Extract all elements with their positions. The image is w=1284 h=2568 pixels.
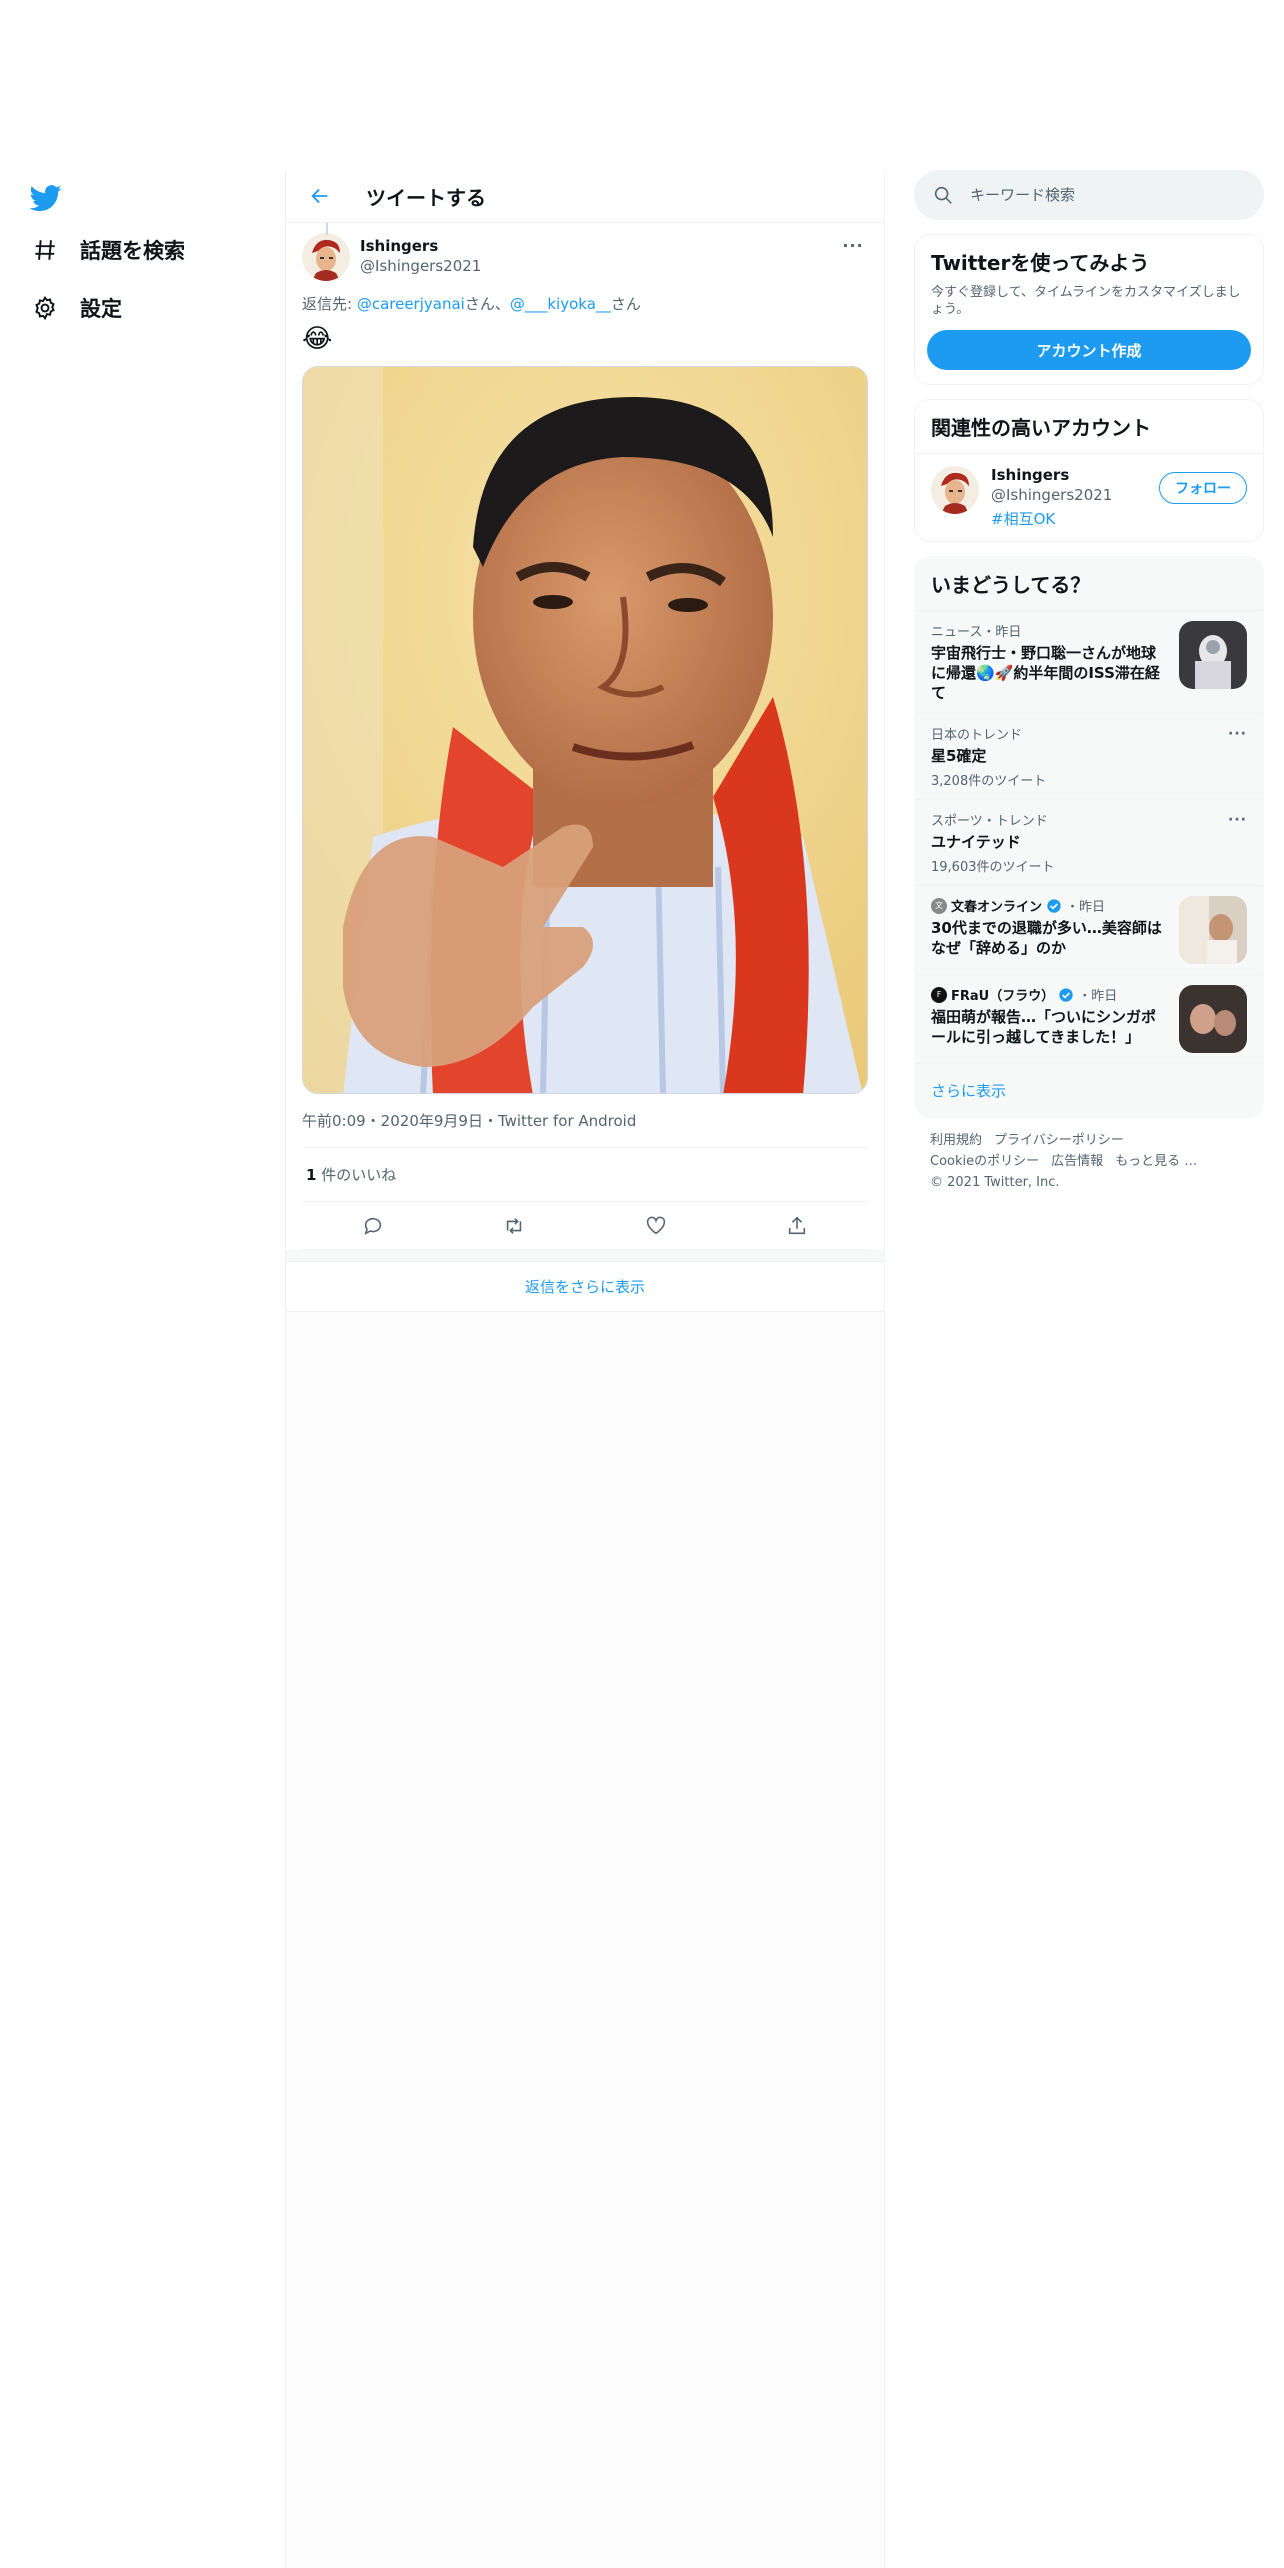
search-icon [932, 184, 954, 206]
reply-to: 返信先: @careerjyanaiさん、@___kiyoka__さん [302, 293, 868, 314]
reply-icon[interactable] [355, 1208, 391, 1244]
thread-line [326, 223, 328, 235]
signup-subtitle: 今すぐ登録して、タイムラインをカスタマイズしましょう。 [931, 285, 1241, 317]
likes-label: 件のいいね [316, 1166, 397, 1184]
source-logo-icon: 文 [931, 897, 947, 914]
reply-mention-link[interactable]: @careerjyanai [357, 295, 465, 313]
tweet-photo[interactable] [302, 366, 868, 1094]
trend-meta: ニュース・昨日 [931, 625, 1022, 640]
likes-number: 1 [306, 1166, 317, 1184]
nav-explore-label: 話題を検索 [80, 239, 185, 263]
reply-mention-link[interactable]: @___kiyoka__ [510, 295, 611, 313]
source-time: ・昨日 [1078, 989, 1118, 1004]
trend-title: 宇宙飛行士・野口聡一さんが地球に帰還🌏🚀約半年間のISS滞在経て [931, 644, 1160, 702]
reply-suffix: さん、 [464, 295, 510, 313]
author-handle[interactable]: @Ishingers2021 [360, 257, 838, 275]
account-handle: @Ishingers2021 [991, 486, 1113, 504]
source-name: FRaU（フラウ） [951, 989, 1055, 1004]
trends-card: いまどうしてる？ ニュース・昨日 宇宙飛行士・野口聡一さんが地球に帰還🌏🚀約半年… [914, 556, 1264, 1118]
signup-card: Twitterを使ってみよう 今すぐ登録して、タイムラインをカスタマイズしましょ… [914, 234, 1264, 385]
tweet-text: 😂 [302, 324, 333, 354]
trend-thumbnail [1179, 985, 1247, 1053]
reply-prefix: 返信先: [302, 295, 357, 313]
trend-title: ユナイテッド [931, 833, 1021, 851]
trend-thumbnail [1179, 896, 1247, 964]
right-sidebar: Twitterを使ってみよう 今すぐ登録して、タイムラインをカスタマイズしましょ… [914, 170, 1264, 1205]
reply-suffix: さん [610, 295, 641, 313]
footer-link[interactable]: もっと見る … [1115, 1154, 1197, 1169]
source-name: 文春オンライン [951, 900, 1043, 915]
related-account[interactable]: Ishingers @Ishingers2021 #相互OK フォロー [915, 454, 1263, 541]
account-name: Ishingers [991, 466, 1070, 484]
related-title: 関連性の高いアカウント [931, 416, 1151, 440]
gear-icon [30, 293, 60, 323]
page-title: ツイートする [366, 185, 486, 210]
show-more-replies-button[interactable]: 返信をさらに表示 [286, 1262, 884, 1312]
signup-title: Twitterを使ってみよう [931, 251, 1150, 275]
trend-thumbnail [1179, 621, 1247, 689]
follow-button[interactable]: フォロー [1159, 472, 1247, 504]
footer-link[interactable]: 利用規約 [930, 1133, 982, 1148]
footer-link[interactable]: プライバシーポリシー [994, 1133, 1124, 1148]
more-options-icon[interactable]: ··· [1228, 726, 1247, 742]
copyright: © 2021 Twitter, Inc. [930, 1175, 1060, 1190]
hashtag-icon [30, 235, 60, 265]
trend-item[interactable]: スポーツ・トレンド ユナイテッド 19,603件のツイート ··· [915, 799, 1263, 885]
footer: 利用規約 プライバシーポリシー Cookieのポリシー 広告情報 もっと見る … © … [914, 1118, 1264, 1205]
section-separator [286, 1250, 884, 1262]
main-column: ツイートする Ishingers @Ishingers2021 ··· 返信先:… [285, 170, 885, 2568]
page-header: ツイートする [286, 170, 884, 223]
tweet-detail: Ishingers @Ishingers2021 ··· 返信先: @caree… [286, 223, 884, 1250]
trend-title: 福田萌が報告…「ついにシンガポールに引っ越してきました！」 [931, 1008, 1157, 1046]
likes-count[interactable]: 1 件のいいね [302, 1148, 868, 1202]
trend-item[interactable]: 日本のトレンド 星5確定 3,208件のツイート ··· [915, 713, 1263, 799]
author-name[interactable]: Ishingers [360, 237, 838, 255]
verified-badge-icon [1046, 898, 1062, 914]
nav-settings-label: 設定 [80, 297, 122, 321]
trend-item[interactable]: 文 文春オンライン ・昨日 30代までの退職が多い…美容師はなぜ「辞める」のか [915, 885, 1263, 974]
footer-link[interactable]: 広告情報 [1051, 1154, 1103, 1169]
share-icon[interactable] [779, 1208, 815, 1244]
tweet-timestamp[interactable]: 午前0:09・2020年9月9日・Twitter for Android [302, 1110, 868, 1148]
more-options-icon[interactable]: ··· [838, 233, 868, 257]
search-bar[interactable] [914, 170, 1264, 220]
account-hashtag-link[interactable]: #相互OK [991, 508, 1159, 529]
source-time: ・昨日 [1066, 900, 1106, 915]
trend-meta: スポーツ・トレンド [931, 814, 1048, 829]
related-accounts-card: 関連性の高いアカウント Ishingers @Ishingers2021 #相互… [914, 399, 1264, 542]
trend-count: 19,603件のツイート [931, 860, 1055, 875]
nav-explore[interactable]: 話題を検索 [30, 230, 185, 270]
trend-item[interactable]: F FRaU（フラウ） ・昨日 福田萌が報告…「ついにシンガポールに引っ越してき… [915, 974, 1263, 1063]
trend-item[interactable]: ニュース・昨日 宇宙飛行士・野口聡一さんが地球に帰還🌏🚀約半年間のISS滞在経て [915, 610, 1263, 713]
back-arrow-icon[interactable] [302, 178, 338, 214]
source-logo-icon: F [931, 986, 947, 1003]
tweet-actions [302, 1202, 868, 1250]
footer-link[interactable]: Cookieのポリシー [930, 1154, 1039, 1169]
trend-title: 星5確定 [931, 747, 987, 765]
like-heart-icon[interactable] [638, 1208, 674, 1244]
avatar[interactable] [302, 233, 350, 281]
trend-meta: 日本のトレンド [931, 728, 1023, 743]
nav-settings[interactable]: 設定 [30, 288, 122, 328]
trend-count: 3,208件のツイート [931, 774, 1047, 789]
tweet-author: Ishingers @Ishingers2021 ··· [302, 223, 868, 289]
more-options-icon[interactable]: ··· [1228, 812, 1247, 828]
search-input[interactable] [970, 186, 1230, 204]
twitter-logo-icon[interactable] [29, 182, 62, 214]
create-account-button[interactable]: アカウント作成 [927, 330, 1251, 370]
show-more-trends-link[interactable]: さらに表示 [915, 1063, 1263, 1117]
verified-badge-icon [1058, 987, 1074, 1003]
avatar[interactable] [931, 466, 979, 514]
retweet-icon[interactable] [496, 1208, 532, 1244]
trends-title: いまどうしてる？ [931, 573, 1091, 597]
trend-title: 30代までの退職が多い…美容師はなぜ「辞める」のか [931, 919, 1162, 957]
